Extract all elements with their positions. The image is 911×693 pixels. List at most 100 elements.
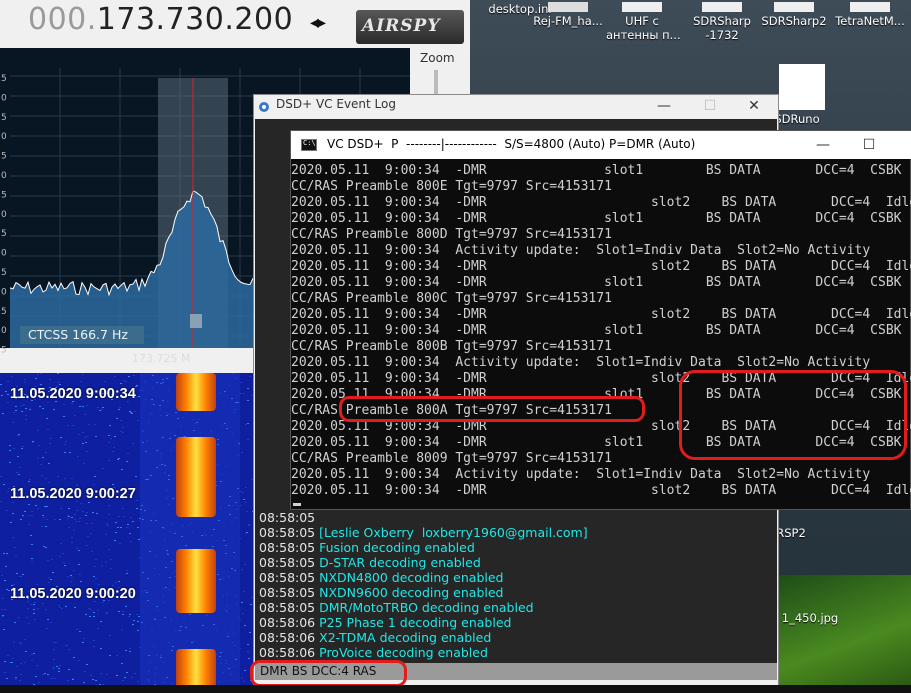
minimize-button[interactable]: — <box>801 134 845 156</box>
log-line: 08:58:05 D-STAR decoding enabled <box>259 555 588 570</box>
console-line: 2020.05.11 9:00:34 -DMR slot2 BS DATA DC… <box>291 259 911 274</box>
console-icon <box>301 139 317 151</box>
console-line: 2020.05.11 9:00:34 -DMR slot1 BS DATA DC… <box>291 323 911 338</box>
maximize-button[interactable]: ☐ <box>688 95 732 117</box>
waterfall-plot <box>0 373 256 693</box>
log-line: 08:58:06 ProVoice decoding enabled <box>259 645 588 660</box>
desktop-icon-tetranet[interactable]: TetraNetM... <box>834 2 906 28</box>
log-line: 08:58:06 X2-TDMA decoding enabled <box>259 630 588 645</box>
desktop-icon-uhf[interactable]: UHF с антенны п... <box>606 2 681 42</box>
file-thumbnail-icon <box>774 2 814 12</box>
console-line: 2020.05.11 9:00:34 -DMR slot2 BS DATA DC… <box>291 195 911 210</box>
airspy-logo: AIRSPY <box>356 10 464 44</box>
log-line: 08:58:05 [Leslie Oxberry loxberry1960@gm… <box>259 525 588 540</box>
log-message: NXDN4800 decoding enabled <box>319 570 504 585</box>
scale-tick-label: 0 <box>1 93 7 103</box>
console-line: 2020.05.11 9:00:34 Activity update: Slot… <box>291 243 871 258</box>
scale-tick-label: 0 <box>1 132 7 142</box>
log-message: [Leslie Oxberry loxberry1960@gmail.com] <box>319 525 588 540</box>
zoom-label: Zoom <box>420 51 455 65</box>
step-arrows-icon[interactable]: ◂▸ <box>310 12 326 33</box>
log-message: D-STAR decoding enabled <box>319 555 481 570</box>
desktop-icon-jpg[interactable]: 1_450.jpg <box>780 611 852 625</box>
file-thumbnail-icon <box>850 2 890 12</box>
sdr-toolbar: 000.173.730.200 ◂▸ AIRSPY <box>0 0 470 48</box>
app-icon <box>259 102 269 112</box>
console-title: VC DSD+ P --------|------------ S/S=4800… <box>327 137 696 151</box>
center-frequency-label: 173.725 M <box>132 352 191 365</box>
brand-logo-text: AIRSPY <box>362 16 441 36</box>
scale-tick-label: 5 <box>1 229 7 239</box>
console-line: CC/RAS Preamble 800D Tgt=9797 Src=415317… <box>291 227 612 242</box>
log-time: 08:58:05 <box>259 585 320 600</box>
console-line: CC/RAS Preamble 800E Tgt=9797 Src=415317… <box>291 179 612 194</box>
desktop-icon-sdrsharp-1732[interactable]: SDRSharp -1732 <box>686 2 758 42</box>
sdruno-logo-icon <box>779 64 825 110</box>
desktop-icon-sdrsharp2[interactable]: SDRSharp2 <box>758 2 830 28</box>
log-message: DMR/MotoTRBO decoding enabled <box>319 600 534 615</box>
scale-tick-label: 5 <box>1 113 7 123</box>
minimize-button[interactable]: — <box>642 95 686 117</box>
console-line: CC/RAS Preamble 800C Tgt=9797 Src=415317… <box>291 291 612 306</box>
log-time: 08:58:05 <box>259 540 320 555</box>
console-line: 2020.05.11 9:00:34 -DMR slot2 BS DATA DC… <box>291 483 911 498</box>
log-message: ProVoice decoding enabled <box>319 645 488 660</box>
log-time: 08:58:05 <box>259 600 320 615</box>
scale-tick-label: 0 <box>1 210 7 220</box>
file-thumbnail-icon <box>622 2 662 12</box>
ctcss-label: CTCSS 166.7 Hz <box>20 326 144 344</box>
close-button[interactable]: ✕ <box>732 95 776 117</box>
log-time: 08:58:05 <box>259 510 316 525</box>
file-thumbnail-icon <box>702 2 742 12</box>
log-line: 08:58:05 NXDN9600 decoding enabled <box>259 585 588 600</box>
console-line: 2020.05.11 9:00:34 -DMR slot2 BS DATA DC… <box>291 307 911 322</box>
log-line: 08:58:06 P25 Phase 1 decoding enabled <box>259 615 588 630</box>
desktop-icon-label: SDRSharp -1732 <box>693 14 751 42</box>
frequency-leading-digits: 000. <box>28 2 97 37</box>
desktop-icon-label: SDRSharp2 <box>761 14 827 28</box>
waterfall-timestamp: 11.05.2020 9:00:27 <box>10 486 136 502</box>
highlight-preamble <box>339 396 645 422</box>
frequency-display[interactable]: 000.173.730.200 <box>28 2 293 37</box>
desktop-icon-label: Rej-FM_ha... <box>533 14 603 28</box>
waterfall-timestamp: 11.05.2020 9:00:20 <box>10 586 136 602</box>
log-message: X2-TDMA decoding enabled <box>319 630 492 645</box>
scale-tick-label: 0 <box>1 171 7 181</box>
console-line: 2020.05.11 9:00:34 -DMR slot1 BS DATA DC… <box>291 275 911 290</box>
scale-tick-label: 0 <box>1 326 7 336</box>
scale-tick-label: 5 <box>1 152 7 162</box>
console-titlebar[interactable]: VC DSD+ P --------|------------ S/S=4800… <box>291 131 911 159</box>
log-message: NXDN9600 decoding enabled <box>319 585 504 600</box>
text-cursor <box>293 503 301 506</box>
console-line: 2020.05.11 9:00:34 Activity update: Slot… <box>291 467 871 482</box>
log-time: 08:58:06 <box>259 615 320 630</box>
image-thumbnail <box>779 575 911 685</box>
file-thumbnail-icon <box>548 2 588 12</box>
taskbar-edge <box>0 685 911 693</box>
desktop-icon-rej-fm[interactable]: Rej-FM_ha... <box>532 2 604 28</box>
log-time: 08:58:05 <box>259 525 320 540</box>
log-line: 08:58:05 DMR/MotoTRBO decoding enabled <box>259 600 588 615</box>
log-message: Fusion decoding enabled <box>319 540 475 555</box>
highlight-bs-data <box>679 370 907 460</box>
log-time: 08:58:06 <box>259 645 320 660</box>
console-line: CC/RAS Preamble 800B Tgt=9797 Src=415317… <box>291 339 612 354</box>
event-log-list: 08:58:05 [Leslie Oxberry loxberry1960@gm… <box>259 525 588 660</box>
scale-tick-label: 0 <box>1 287 7 297</box>
console-line: 2020.05.11 9:00:34 -DMR slot1 BS DATA DC… <box>291 211 911 226</box>
window-title: DSD+ VC Event Log <box>276 97 396 111</box>
scale-tick-label: 0 <box>1 249 7 259</box>
log-line: 08:58:05 Fusion decoding enabled <box>259 540 588 555</box>
desktop-icon-label: 1_450.jpg <box>781 611 839 625</box>
waterfall-timestamp: 11.05.2020 9:00:34 <box>10 386 136 402</box>
console-line: 2020.05.11 9:00:34 -DMR slot1 BS DATA DC… <box>291 163 911 178</box>
log-time: 08:58:05 <box>259 555 320 570</box>
log-message: P25 Phase 1 decoding enabled <box>319 615 512 630</box>
scale-tick-label: 5 <box>1 346 7 356</box>
scale-tick-label: 5 <box>1 190 7 200</box>
waterfall-display[interactable]: 11.05.2020 9:00:34 11.05.2020 9:00:27 11… <box>0 373 256 693</box>
scale-tick-label: 5 <box>1 74 7 84</box>
scale-tick-label: 5 <box>1 268 7 278</box>
maximize-button[interactable]: ☐ <box>847 134 891 156</box>
desktop-icon-label: TetraNetM... <box>835 14 905 28</box>
